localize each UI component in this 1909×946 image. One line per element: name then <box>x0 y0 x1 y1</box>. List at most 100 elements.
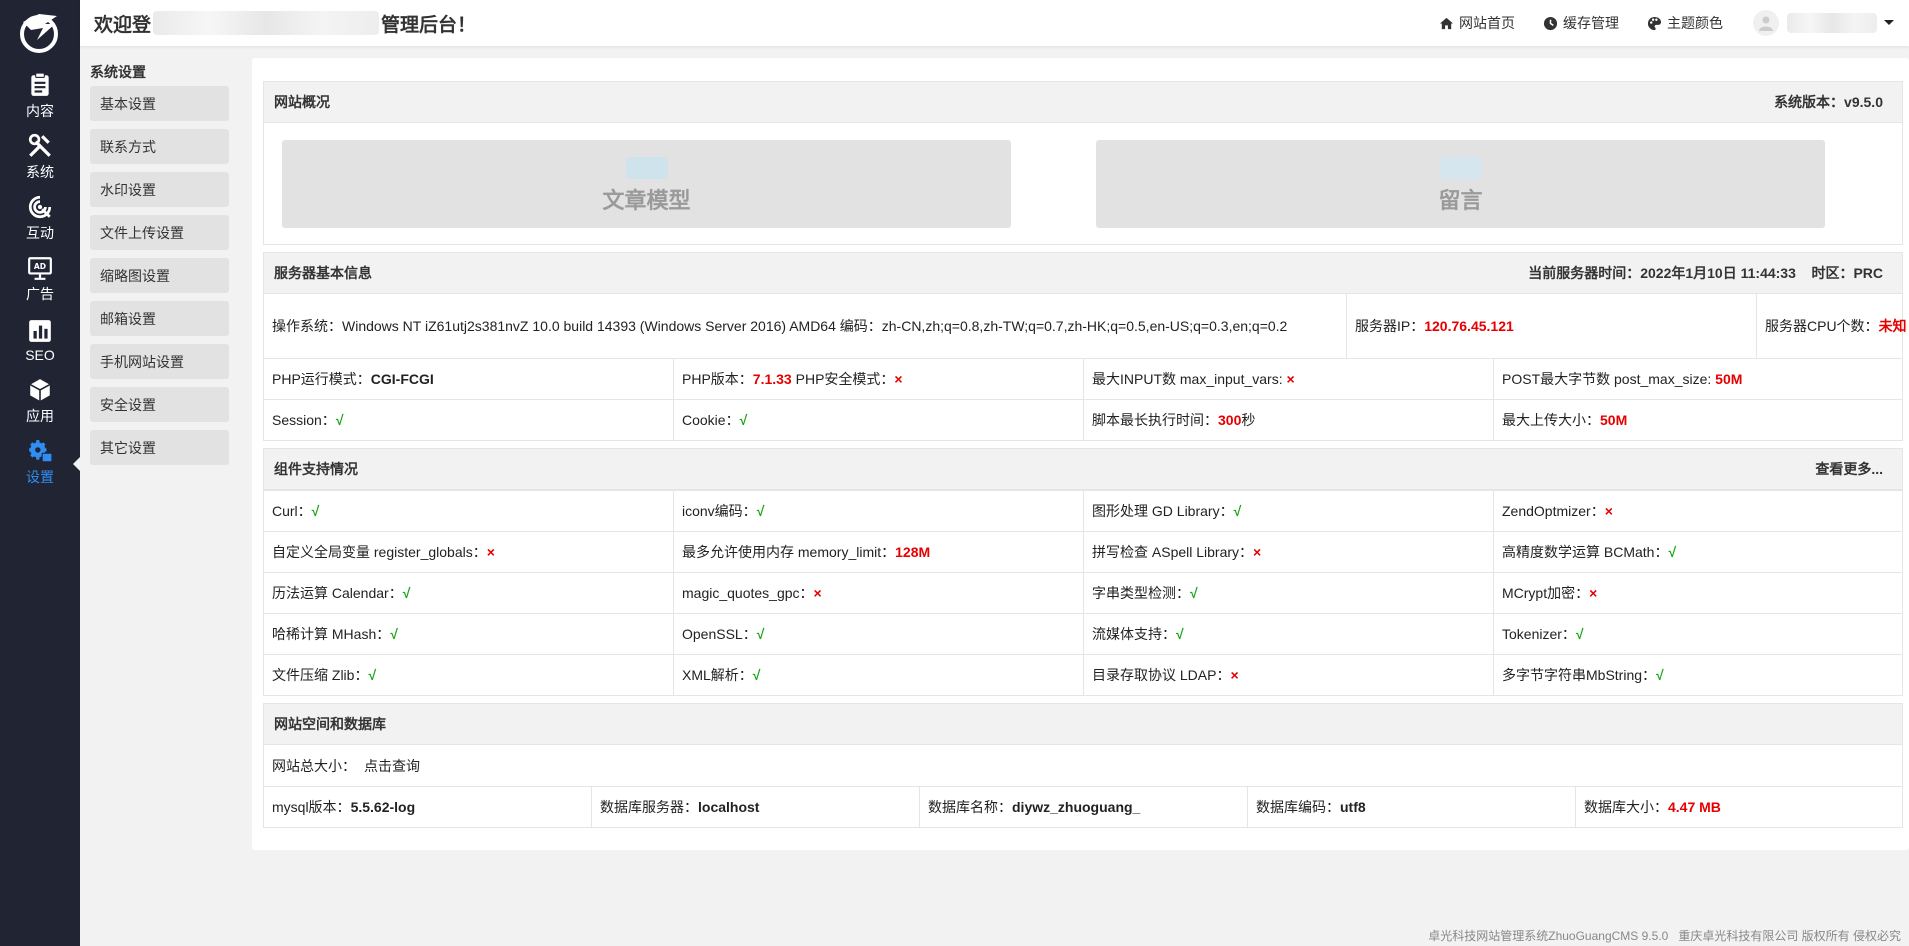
site-size-cell: 网站总大小： 点击查询 <box>272 756 420 776</box>
component-label: Tokenizer： <box>1502 626 1576 642</box>
avatar <box>1753 10 1779 36</box>
logo-icon <box>20 14 58 53</box>
redacted-site-name <box>153 11 380 35</box>
component-status: √ <box>390 626 398 642</box>
server-ip-cell: 服务器IP： 120.76.45.121 <box>1347 294 1757 358</box>
db-name-cell: 数据库名称： diywz_zhuoguang_ <box>920 786 1248 827</box>
component-label: 多字节字符串MbString： <box>1502 667 1657 683</box>
rail-item-seo[interactable]: SEO <box>0 310 80 371</box>
cache-management-link[interactable]: 缓存管理 <box>1543 13 1619 33</box>
component-status: × <box>1589 585 1598 601</box>
rail-item-system[interactable]: 系统 <box>0 127 80 188</box>
palette-icon <box>1647 16 1662 30</box>
components-header: 组件支持情况 查看更多... <box>264 449 1902 490</box>
submenu-thumbnail[interactable]: 缩略图设置 <box>90 258 229 293</box>
site-home-link[interactable]: 网站首页 <box>1439 13 1515 33</box>
gear-icon <box>29 440 53 463</box>
user-menu[interactable] <box>1753 10 1895 36</box>
rail-item-apps[interactable]: 应用 <box>0 371 80 432</box>
rail-item-content[interactable]: 内容 <box>0 66 80 127</box>
submenu-title: 系统设置 <box>90 64 146 80</box>
server-info-panel: 服务器基本信息 当前服务器时间：2022年1月10日 11:44:33 时区：P… <box>263 252 1907 441</box>
component-cell: 历法运算 Calendar： √ <box>264 572 674 613</box>
component-cell: Tokenizer： √ <box>1494 613 1902 654</box>
component-label: 高精度数学运算 BCMath： <box>1502 544 1669 560</box>
component-status: √ <box>1190 585 1198 601</box>
top-nav: 网站首页 缓存管理 主题颜色 <box>1411 0 1909 46</box>
component-label: OpenSSL： <box>682 626 757 642</box>
submenu-upload[interactable]: 文件上传设置 <box>90 215 229 250</box>
submenu-mobile[interactable]: 手机网站设置 <box>90 344 229 379</box>
component-status: √ <box>1575 626 1584 642</box>
submenu-contact[interactable]: 联系方式 <box>90 129 229 164</box>
php-version-cell: PHP版本： 7.1.33 PHP安全模式： × <box>674 358 1084 399</box>
component-status: × <box>486 544 495 560</box>
component-cell: 字串类型检测： √ <box>1084 572 1494 613</box>
server-info-title: 服务器基本信息 <box>274 265 372 281</box>
component-label: 图形处理 GD Library： <box>1092 503 1234 519</box>
component-label: ZendOptmizer： <box>1502 503 1605 519</box>
logo[interactable] <box>0 0 80 66</box>
server-time: 当前服务器时间：2022年1月10日 11:44:33 时区：PRC <box>1528 265 1883 281</box>
component-label: 字串类型检测： <box>1092 585 1190 601</box>
component-label: 最多允许使用内存 memory_limit： <box>682 544 896 560</box>
component-cell: 多字节字符串MbString： √ <box>1494 654 1902 695</box>
component-cell: XML解析： √ <box>674 654 1084 695</box>
rail-item-ad[interactable]: AD 广告 <box>0 249 80 310</box>
component-cell: 图形处理 GD Library： √ <box>1084 490 1494 531</box>
component-cell: ZendOptmizer： × <box>1494 490 1902 531</box>
component-cell: 目录存取协议 LDAP： × <box>1084 654 1494 695</box>
component-label: 目录存取协议 LDAP： <box>1092 667 1231 683</box>
component-status: × <box>1230 667 1239 683</box>
db-title: 网站空间和数据库 <box>274 716 386 732</box>
component-status: × <box>1253 544 1262 560</box>
view-more-link[interactable]: 查看更多... <box>1815 459 1883 479</box>
component-status: × <box>1604 503 1613 519</box>
component-label: MCrypt加密： <box>1502 585 1590 601</box>
component-cell: 文件压缩 Zlib： √ <box>264 654 674 695</box>
model-card-message[interactable]: 留言 <box>1096 140 1825 228</box>
db-header: 网站空间和数据库 <box>264 704 1902 745</box>
rail-item-settings[interactable]: 设置 <box>0 432 81 493</box>
rail-label: 广告 <box>26 286 54 302</box>
settings-submenu: 系统设置 基本设置 联系方式 水印设置 文件上传设置 缩略图设置 邮箱设置 手机… <box>90 62 229 473</box>
system-version: 系统版本：v9.5.0 <box>1774 94 1883 110</box>
os-cell: 操作系统：Windows NT iZ61utj2s381nvZ 10.0 bui… <box>264 294 1347 358</box>
rail-label: 内容 <box>26 103 54 119</box>
chart-icon <box>29 320 51 342</box>
component-cell: MCrypt加密： × <box>1494 572 1902 613</box>
component-label: 历法运算 Calendar： <box>272 585 403 601</box>
submenu-watermark[interactable]: 水印设置 <box>90 172 229 207</box>
cookie-cell: Cookie： √ <box>674 399 1084 440</box>
upload-size-cell: 最大上传大小： 50M <box>1494 399 1902 440</box>
top-bar: 欢迎登 管理后台！ 网站首页 缓存管理 主题颜色 <box>80 0 1909 46</box>
db-server-cell: 数据库服务器： localhost <box>592 786 920 827</box>
db-size-cell: 数据库大小： 4.47 MB <box>1576 786 1902 827</box>
server-cpu-cell: 服务器CPU个数： 未知 <box>1765 318 1907 334</box>
model-cards: 文章模型 留言 <box>264 123 1902 244</box>
component-label: iconv编码： <box>682 503 757 519</box>
db-panel: 网站空间和数据库 网站总大小： 点击查询 mysql版本： 5.5.62-log … <box>263 703 1903 828</box>
footer-copyright: 卓光科技网站管理系统ZhuoGuangCMS 9.5.0 重庆卓光科技有限公司 … <box>1428 929 1901 943</box>
component-status: √ <box>756 626 765 642</box>
theme-color-link[interactable]: 主题颜色 <box>1647 13 1723 33</box>
server-info-header: 服务器基本信息 当前服务器时间：2022年1月10日 11:44:33 时区：P… <box>264 253 1902 294</box>
component-cell: magic_quotes_gpc： × <box>674 572 1084 613</box>
submenu-security[interactable]: 安全设置 <box>90 387 229 422</box>
component-status: √ <box>1668 544 1677 560</box>
component-cell: 哈稀计算 MHash： √ <box>264 613 674 654</box>
svg-text:AD: AD <box>34 262 46 271</box>
redacted-count <box>1439 157 1482 179</box>
component-cell: 拼写检查 ASpell Library： × <box>1084 531 1494 572</box>
submenu-basic-settings[interactable]: 基本设置 <box>90 86 229 121</box>
component-status: √ <box>1233 503 1242 519</box>
rail-label: 系统 <box>26 164 54 180</box>
component-label: 自定义全局变量 register_globals： <box>272 544 487 560</box>
submenu-other[interactable]: 其它设置 <box>90 430 229 465</box>
component-status: √ <box>402 585 411 601</box>
model-card-article[interactable]: 文章模型 <box>282 140 1011 228</box>
query-size-link[interactable]: 点击查询 <box>364 756 420 776</box>
component-cell: Curl： √ <box>264 490 674 531</box>
submenu-email[interactable]: 邮箱设置 <box>90 301 229 336</box>
rail-item-interaction[interactable]: 互动 <box>0 188 80 249</box>
